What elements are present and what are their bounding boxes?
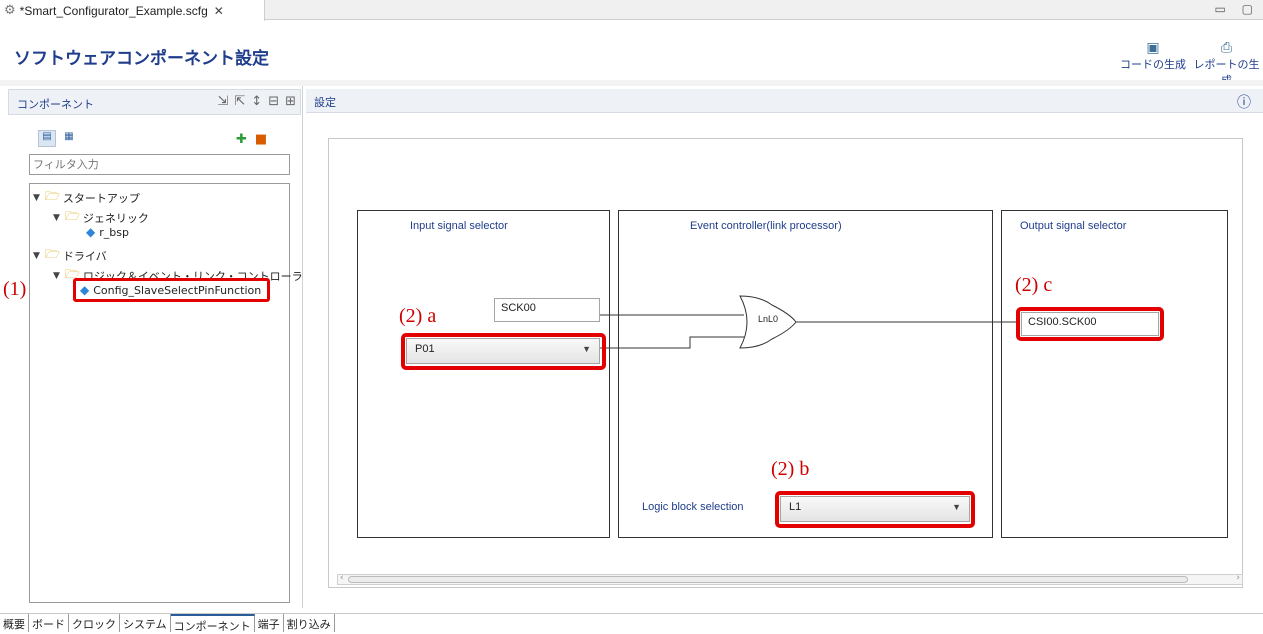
scroll-thumb[interactable]: [348, 576, 1188, 583]
wire-pin: [600, 336, 748, 349]
annotation-2c: (2) c: [1015, 274, 1053, 296]
tab-system[interactable]: システム: [120, 614, 171, 632]
highlight-2a: [401, 333, 606, 370]
bottom-tab-bar: 概要 ボード クロック システム コンポーネント 端子 割り込み: [0, 613, 1263, 633]
tab-clock[interactable]: クロック: [69, 614, 120, 632]
tab-interrupts[interactable]: 割り込み: [284, 614, 335, 632]
tab-pins[interactable]: 端子: [255, 614, 284, 632]
annotation-2a: (2) a: [399, 305, 437, 327]
tab-components[interactable]: コンポーネント: [170, 614, 255, 633]
highlight-2b: [775, 491, 975, 528]
annotation-2b: (2) b: [771, 458, 810, 480]
horizontal-scrollbar[interactable]: ‹ ›: [337, 573, 1243, 585]
scroll-right-icon[interactable]: ›: [1236, 573, 1240, 583]
scroll-left-icon[interactable]: ‹: [340, 573, 344, 583]
logic-block-label: Logic block selection: [642, 501, 744, 513]
sck-source-field[interactable]: SCK00: [494, 298, 600, 322]
tab-overview[interactable]: 概要: [0, 614, 29, 632]
gate-label: LnL0: [758, 314, 779, 324]
tab-board[interactable]: ボード: [29, 614, 69, 632]
highlight-2c: [1016, 307, 1164, 341]
